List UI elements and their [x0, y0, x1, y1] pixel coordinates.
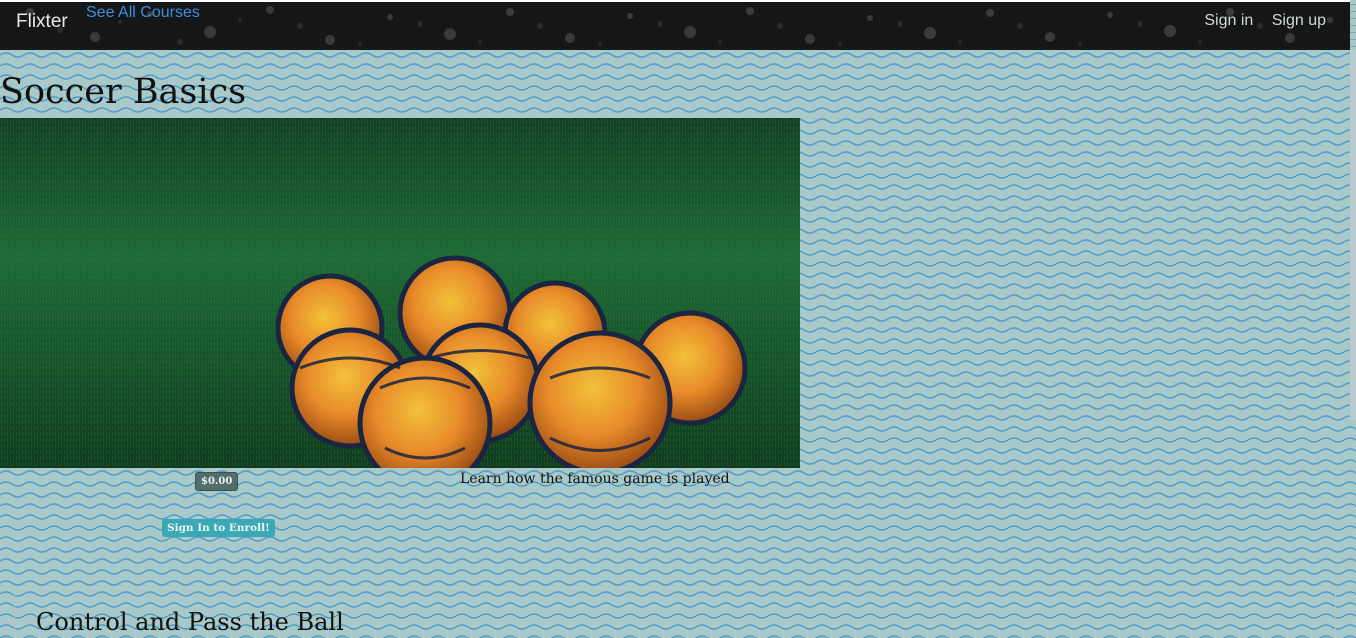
sign-up-link[interactable]: Sign up [1272, 12, 1326, 29]
see-all-courses-link[interactable]: See All Courses [86, 4, 200, 22]
scrollbar[interactable] [1350, 50, 1356, 420]
sign-in-link[interactable]: Sign in [1204, 12, 1253, 29]
brand-link[interactable]: Flixter [16, 11, 68, 33]
nav-auth-links: Sign in Sign up [1190, 12, 1326, 30]
course-image [0, 118, 800, 468]
course-description: Learn how the famous game is played [460, 471, 730, 487]
section-title: Control and Pass the Ball [36, 608, 344, 636]
top-navbar: Flixter See All Courses Sign in Sign up [0, 0, 1350, 50]
course-title: Soccer Basics [0, 72, 247, 112]
sign-in-to-enroll-button[interactable]: Sign In to Enroll! [162, 519, 275, 537]
course-content: Soccer Basics $0.00 Learn how the famous… [0, 50, 1356, 638]
soccer-balls-image [0, 118, 800, 468]
navbar-texture [0, 2, 1350, 50]
price-badge: $0.00 [195, 472, 239, 491]
